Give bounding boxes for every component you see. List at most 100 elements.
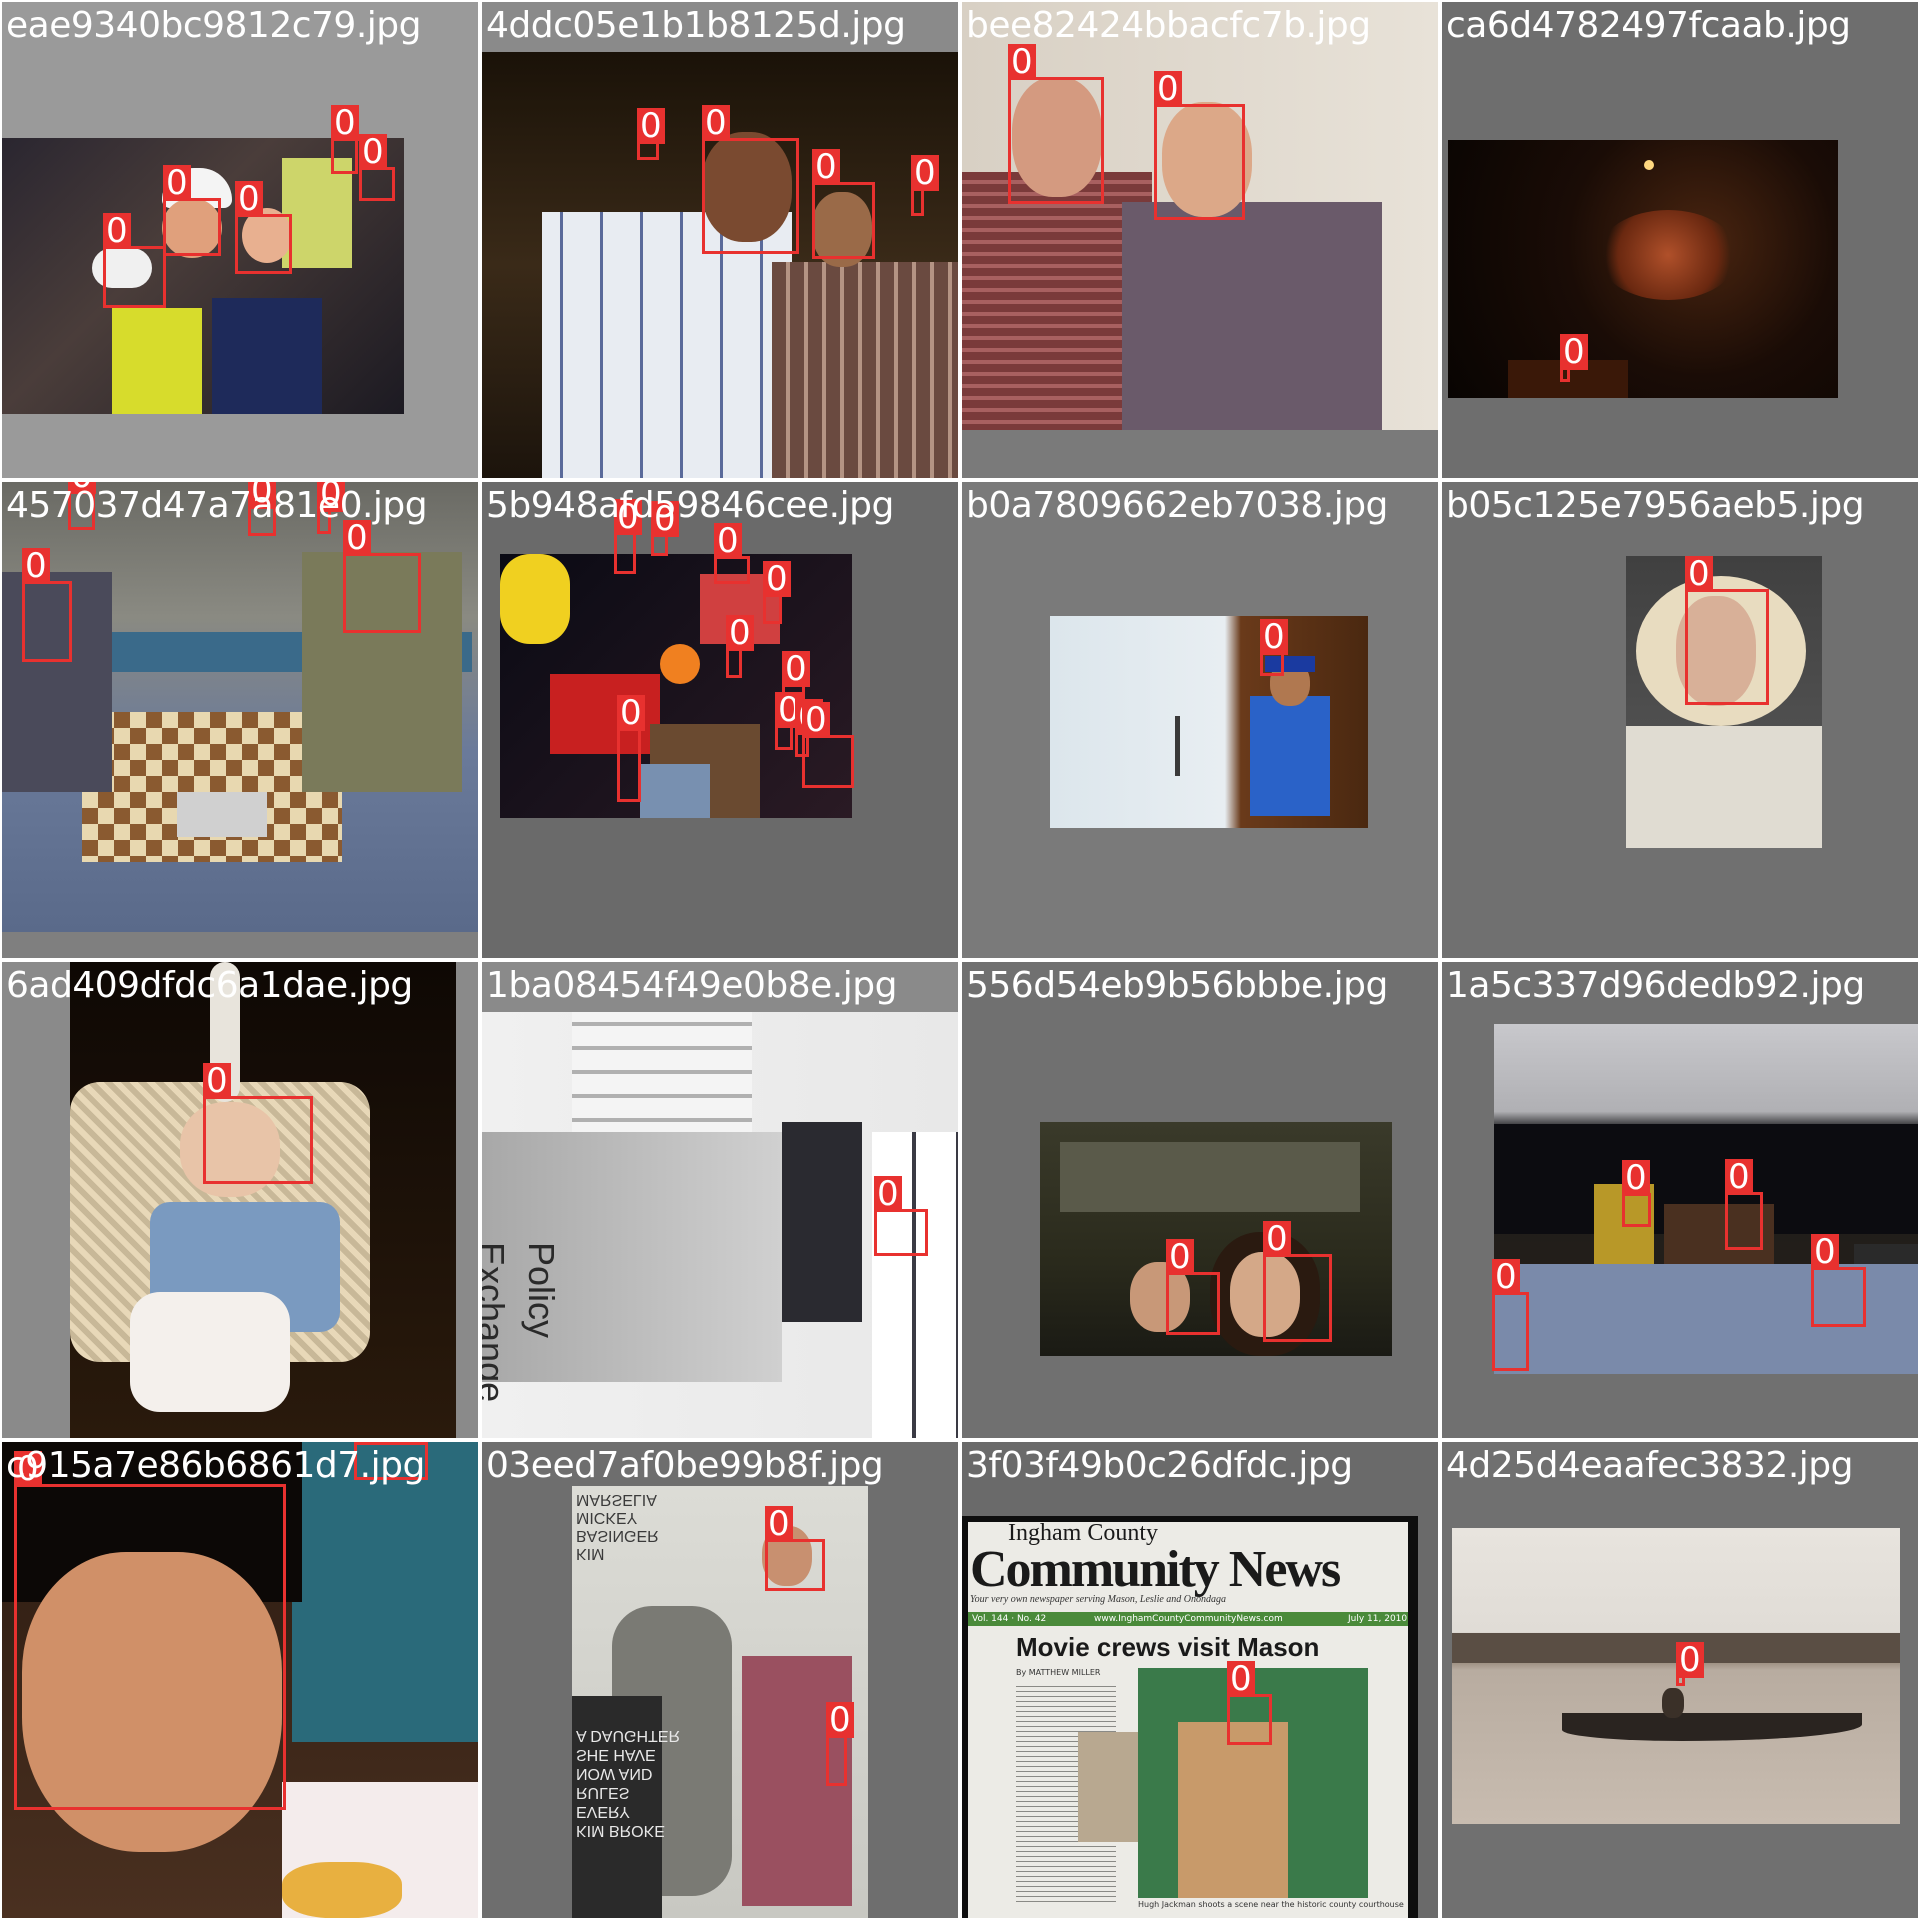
news-tagline: Your very own newspaper serving Mason, L… xyxy=(970,1594,1227,1605)
image-filename: eae9340bc9812c79.jpg xyxy=(6,5,422,46)
face-bounding-box: 0 xyxy=(702,105,799,254)
face-bounding-box: 0 xyxy=(343,520,421,633)
image-filename: 556d54eb9b56bbbe.jpg xyxy=(966,965,1388,1006)
bbox-label: 0 xyxy=(1560,334,1588,370)
bbox-label: 0 xyxy=(702,105,730,141)
face-bounding-box: 0 xyxy=(1811,1234,1866,1327)
image-tile: Ingham County Community News Your very o… xyxy=(962,1442,1438,1918)
bbox-label: 0 xyxy=(1492,1259,1520,1295)
news-website: www.InghamCountyCommunityNews.com xyxy=(1094,1614,1283,1624)
bbox-label: 0 xyxy=(235,181,263,217)
face-bounding-box: 0 xyxy=(1008,44,1104,204)
photo-night-sculpture xyxy=(1448,140,1838,398)
face-bounding-box: 0 xyxy=(14,1451,286,1810)
face-bounding-box: 0 xyxy=(1260,619,1288,676)
face-bounding-box: 0 xyxy=(765,1506,825,1591)
poster-credits-top: KIM BASINGER MICKEY MARSELIA xyxy=(576,1491,659,1562)
news-date: July 11, 2010 xyxy=(1348,1614,1408,1624)
photo-newspaper: Ingham County Community News Your very o… xyxy=(962,1516,1418,1918)
news-headline: Movie crews visit Mason xyxy=(1016,1632,1320,1662)
face-bounding-box: 0 xyxy=(163,165,221,256)
bbox-label: 0 xyxy=(1622,1160,1650,1196)
face-bounding-box: 0 xyxy=(1227,1661,1272,1745)
face-bounding-box: 0 xyxy=(775,692,803,750)
face-bounding-box: 0 xyxy=(1154,71,1245,220)
photo-man-doorway xyxy=(1050,616,1368,828)
face-bounding-box: 0 xyxy=(1166,1239,1220,1335)
image-filename: 03eed7af0be99b8f.jpg xyxy=(486,1445,884,1486)
bbox-label: 0 xyxy=(331,105,359,141)
photo-sleeping-baby xyxy=(70,962,456,1438)
image-tile: 0 0 c915a7e86b6861d7.jpg xyxy=(2,1442,478,1918)
image-tile: 0 0 0 0 4ddc05e1b1b8125d.jpg xyxy=(482,2,958,478)
image-tile: 0 ca6d4782497fcaab.jpg xyxy=(1442,2,1918,478)
image-filename: ca6d4782497fcaab.jpg xyxy=(1446,5,1851,46)
image-filename: 457037d47a7a81e0.jpg xyxy=(6,485,428,526)
bbox-label: 0 xyxy=(911,155,939,191)
image-filename: 4ddc05e1b1b8125d.jpg xyxy=(486,5,906,46)
bbox-label: 0 xyxy=(1008,44,1036,80)
bbox-label: 0 xyxy=(203,1063,231,1099)
face-bounding-box: 0 xyxy=(1725,1159,1763,1250)
image-tile: 0 0 0 0 1a5c337d96dedb92.jpg xyxy=(1442,962,1918,1438)
face-bounding-box: 0 xyxy=(1622,1160,1651,1227)
image-tile: KIM BASINGER MICKEY MARSELIA KIM BROKE E… xyxy=(482,1442,958,1918)
bbox-label: 0 xyxy=(163,165,191,201)
face-bounding-box: 0 xyxy=(651,501,679,556)
image-tile: 0 0 bee82424bbacfc7b.jpg xyxy=(962,2,1438,478)
bbox-label: 0 xyxy=(765,1506,793,1542)
bbox-label: 0 xyxy=(1166,1239,1194,1275)
bbox-label: 0 xyxy=(1685,556,1713,592)
image-filename: 3f03f49b0c26dfdc.jpg xyxy=(966,1445,1353,1486)
bbox-label: 0 xyxy=(1676,1642,1704,1678)
image-filename: 1a5c337d96dedb92.jpg xyxy=(1446,965,1865,1006)
image-tile: Exchange Policy 0 1ba08454f49e0b8e.jpg xyxy=(482,962,958,1438)
banner-word: Exchange xyxy=(482,1242,512,1403)
image-filename: 6ad409dfdc6a1dae.jpg xyxy=(6,965,413,1006)
image-filename: b05c125e7956aeb5.jpg xyxy=(1446,485,1865,526)
face-bounding-box: 0 xyxy=(812,149,875,259)
banner-word: Policy xyxy=(521,1242,562,1339)
face-bounding-box: 0 xyxy=(103,213,166,308)
image-tile: 0 0 0 0 0 457037d47a7a81e0.jpg xyxy=(2,482,478,958)
face-bounding-box: 0 xyxy=(203,1063,313,1184)
bbox-label: 0 xyxy=(617,695,645,731)
image-tile: 0 4d25d4eaafec3832.jpg xyxy=(1442,1442,1918,1918)
face-bounding-box: 0 xyxy=(1676,1642,1704,1686)
face-bounding-box: 0 xyxy=(1492,1259,1529,1371)
photo-crowd-night xyxy=(2,138,404,414)
face-bounding-box: 0 xyxy=(802,702,854,788)
image-tile: 0 6ad409dfdc6a1dae.jpg xyxy=(2,962,478,1438)
image-filename: c915a7e86b6861d7.jpg xyxy=(6,1445,425,1486)
image-filename: 5b948afd59846cee.jpg xyxy=(486,485,894,526)
bbox-label: 0 xyxy=(1811,1234,1839,1270)
bbox-label: 0 xyxy=(1725,1159,1753,1195)
bbox-label: 0 xyxy=(1263,1221,1291,1257)
bbox-label: 0 xyxy=(103,213,131,249)
face-bounding-box: 0 xyxy=(331,105,359,174)
face-bounding-box: 0 xyxy=(763,561,791,624)
bbox-label: 0 xyxy=(1227,1661,1255,1697)
face-bounding-box: 0 xyxy=(1685,556,1769,705)
news-caption: Hugh Jackman shoots a scene near the his… xyxy=(1138,1900,1404,1909)
face-bounding-box: 0 xyxy=(726,615,754,678)
bbox-label: 0 xyxy=(874,1176,902,1212)
face-bounding-box: 0 xyxy=(714,523,750,584)
image-tile: 0 0 556d54eb9b56bbbe.jpg xyxy=(962,962,1438,1438)
photo-chess-match xyxy=(2,482,478,932)
image-filename: 1ba08454f49e0b8e.jpg xyxy=(486,965,897,1006)
face-bounding-box: 0 xyxy=(617,695,645,802)
bbox-label: 0 xyxy=(726,615,754,651)
news-byline: By MATTHEW MILLER xyxy=(1016,1668,1101,1677)
bbox-label: 0 xyxy=(359,134,387,170)
detection-grid: 0 0 0 0 0 eae9340bc9812c79.jpg 0 0 0 0 4… xyxy=(0,0,1920,1920)
face-bounding-box: 0 xyxy=(614,499,642,574)
bbox-label: 0 xyxy=(826,1702,854,1738)
news-volume: Vol. 144 · No. 42 xyxy=(972,1614,1047,1624)
bbox-label: 0 xyxy=(22,548,50,584)
bbox-label: 0 xyxy=(802,702,830,738)
face-bounding-box: 0 xyxy=(359,134,395,201)
face-bounding-box: 0 xyxy=(826,1702,854,1786)
bbox-label: 0 xyxy=(1260,619,1288,655)
bbox-label: 0 xyxy=(782,651,810,687)
